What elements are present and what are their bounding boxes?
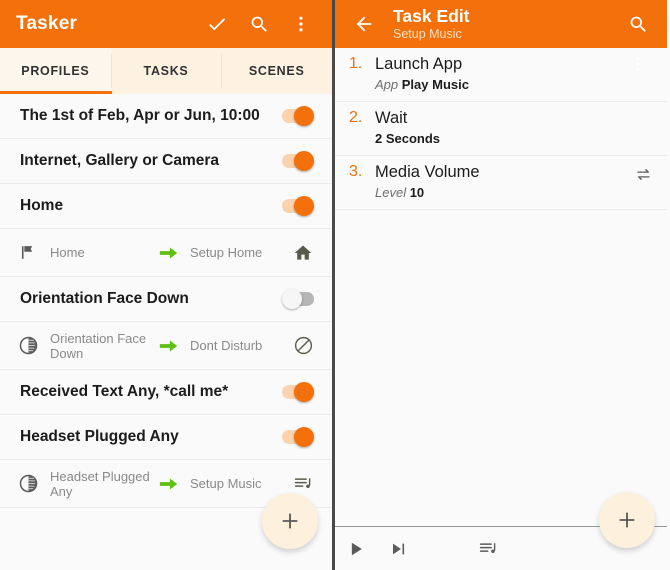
profile-task-label: Setup Music (190, 476, 262, 491)
profile-name: The 1st of Feb, Apr or Jun, 10:00 (20, 107, 260, 124)
add-profile-fab[interactable] (262, 493, 318, 549)
dual-screenshot: Tasker PROFILES TASKS SCENES The 1st of … (0, 0, 670, 570)
search-icon[interactable] (240, 4, 278, 44)
contrast-circle-icon (18, 335, 48, 356)
profile-row[interactable]: Internet, Gallery or Camera (0, 139, 332, 184)
play-icon[interactable] (335, 539, 377, 559)
action-param-label: Level (375, 185, 407, 200)
overflow-menu-icon[interactable] (282, 4, 320, 44)
app-title: Tasker (16, 13, 78, 34)
flag-icon (18, 243, 48, 262)
toggle-thumb (294, 427, 314, 447)
action-params: Level 10 (375, 183, 627, 202)
action-name: Wait (375, 109, 408, 127)
toggle-thumb (294, 106, 314, 126)
action-row[interactable]: 3. Media Volume Level 10 (335, 156, 667, 210)
action-param-value: 10 (409, 185, 425, 200)
profile-toggle[interactable] (274, 105, 314, 127)
profile-context-label: Home (50, 245, 85, 260)
profile-context-label: Headset Plugged Any (50, 468, 150, 499)
action-row[interactable]: 2. Wait 2 Seconds (335, 102, 667, 156)
page-subtitle: Setup Music (393, 27, 462, 42)
profile-row[interactable]: Received Text Any, *call me* (0, 370, 332, 415)
queue-music-icon[interactable] (467, 538, 509, 559)
right-app-bar: Task Edit Setup Music (335, 0, 667, 72)
green-arrow-icon (152, 476, 186, 492)
back-arrow-icon[interactable] (345, 4, 383, 44)
profile-toggle[interactable] (274, 426, 314, 448)
block-icon (288, 335, 318, 356)
action-name: Launch App (375, 55, 463, 73)
page-title: Task Edit (393, 5, 470, 26)
action-param-value: Play Music (401, 77, 469, 92)
tab-bar: PROFILES TASKS SCENES (0, 48, 332, 94)
tab-scenes[interactable]: SCENES (221, 48, 332, 94)
green-arrow-icon (152, 338, 186, 354)
profile-toggle[interactable] (274, 195, 314, 217)
tasker-profiles-screen: Tasker PROFILES TASKS SCENES The 1st of … (0, 0, 335, 570)
action-body: Launch App App Play Music (375, 54, 627, 94)
search-icon[interactable] (619, 4, 657, 44)
profile-detail-row[interactable]: Orientation Face Down Dont Disturb (0, 322, 332, 370)
profile-toggle[interactable] (274, 150, 314, 172)
tab-profiles[interactable]: PROFILES (0, 48, 111, 94)
action-tool-slot (627, 54, 653, 57)
action-number: 2. (349, 109, 363, 126)
left-app-bar: Tasker (0, 0, 332, 48)
action-name: Media Volume (375, 163, 480, 181)
tab-tasks-label: TASKS (143, 64, 189, 78)
green-arrow-icon (152, 245, 186, 261)
check-icon[interactable] (198, 4, 236, 44)
profile-detail-row[interactable]: Home Setup Home (0, 229, 332, 277)
profile-toggle[interactable] (274, 381, 314, 403)
contrast-circle-icon (18, 473, 48, 494)
profile-row[interactable]: Home (0, 184, 332, 229)
action-tool-slot (627, 108, 653, 111)
toggle-thumb (294, 382, 314, 402)
profile-task-label: Setup Home (190, 245, 263, 260)
action-row[interactable]: 1. Launch App App Play Music (335, 48, 667, 102)
profile-name: Home (20, 197, 64, 214)
skip-next-icon[interactable] (377, 539, 419, 559)
tab-tasks[interactable]: TASKS (110, 48, 222, 94)
profile-context-label: Orientation Face Down (50, 330, 147, 361)
action-number: 1. (349, 55, 363, 72)
profile-name: Headset Plugged Any (20, 428, 179, 445)
profile-toggle[interactable] (274, 288, 314, 310)
profile-row[interactable]: Orientation Face Down (0, 277, 332, 322)
profiles-list: The 1st of Feb, Apr or Jun, 10:00 Intern… (0, 94, 332, 508)
action-number: 3. (349, 163, 363, 180)
toggle-thumb (282, 289, 302, 309)
tab-profiles-label: PROFILES (21, 64, 90, 78)
home-icon (288, 243, 318, 263)
action-param-value: 2 Seconds (375, 131, 441, 146)
add-action-fab[interactable] (599, 492, 655, 548)
action-body: Media Volume Level 10 (375, 162, 627, 202)
toggle-thumb (294, 196, 314, 216)
action-param-label: App (375, 77, 399, 92)
profile-row[interactable]: The 1st of Feb, Apr or Jun, 10:00 (0, 94, 332, 139)
profile-name: Internet, Gallery or Camera (20, 152, 219, 169)
task-edit-titles: Task Edit Setup Music (383, 5, 619, 42)
swap-arrows-icon[interactable] (627, 162, 653, 184)
profile-name: Received Text Any, *call me* (20, 383, 229, 400)
profile-task-label: Dont Disturb (190, 338, 263, 353)
action-params: 2 Seconds (375, 129, 627, 148)
app-bar-actions (198, 4, 320, 44)
action-body: Wait 2 Seconds (375, 108, 627, 148)
profile-row[interactable]: Headset Plugged Any (0, 415, 332, 460)
action-params: App Play Music (375, 75, 627, 94)
task-edit-screen: Task Edit Setup Music 1. Launch App App … (335, 0, 667, 570)
profile-name: Orientation Face Down (20, 290, 189, 307)
queue-music-icon (288, 473, 318, 494)
action-list: 1. Launch App App Play Music 2. Wait 2 S… (335, 48, 667, 210)
toggle-thumb (294, 151, 314, 171)
tab-scenes-label: SCENES (248, 64, 305, 78)
